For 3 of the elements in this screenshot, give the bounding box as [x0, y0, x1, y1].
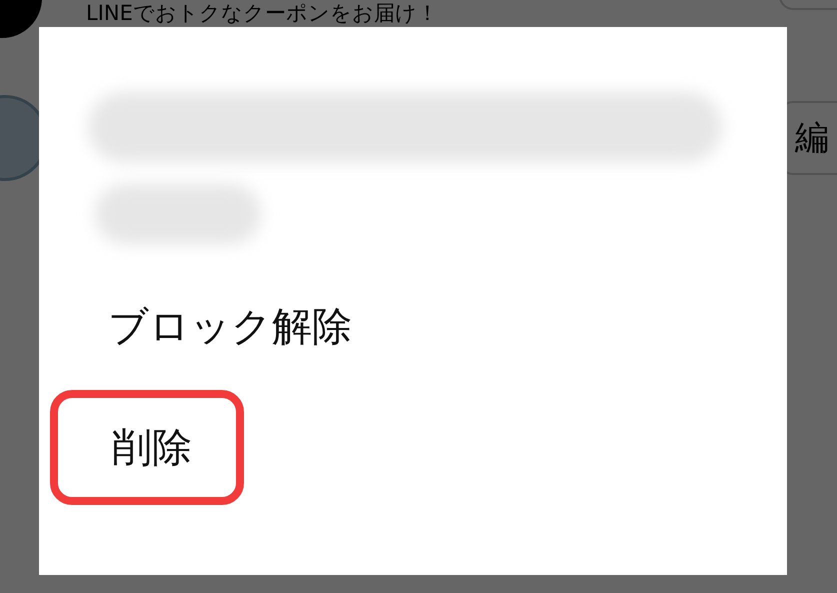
menu-item[interactable]: ブロック解除 [39, 299, 352, 354]
menu-item[interactable]: 削除 [50, 390, 244, 505]
message-preview: LINEでおトクなクーポンをお届け！ [86, 0, 438, 26]
